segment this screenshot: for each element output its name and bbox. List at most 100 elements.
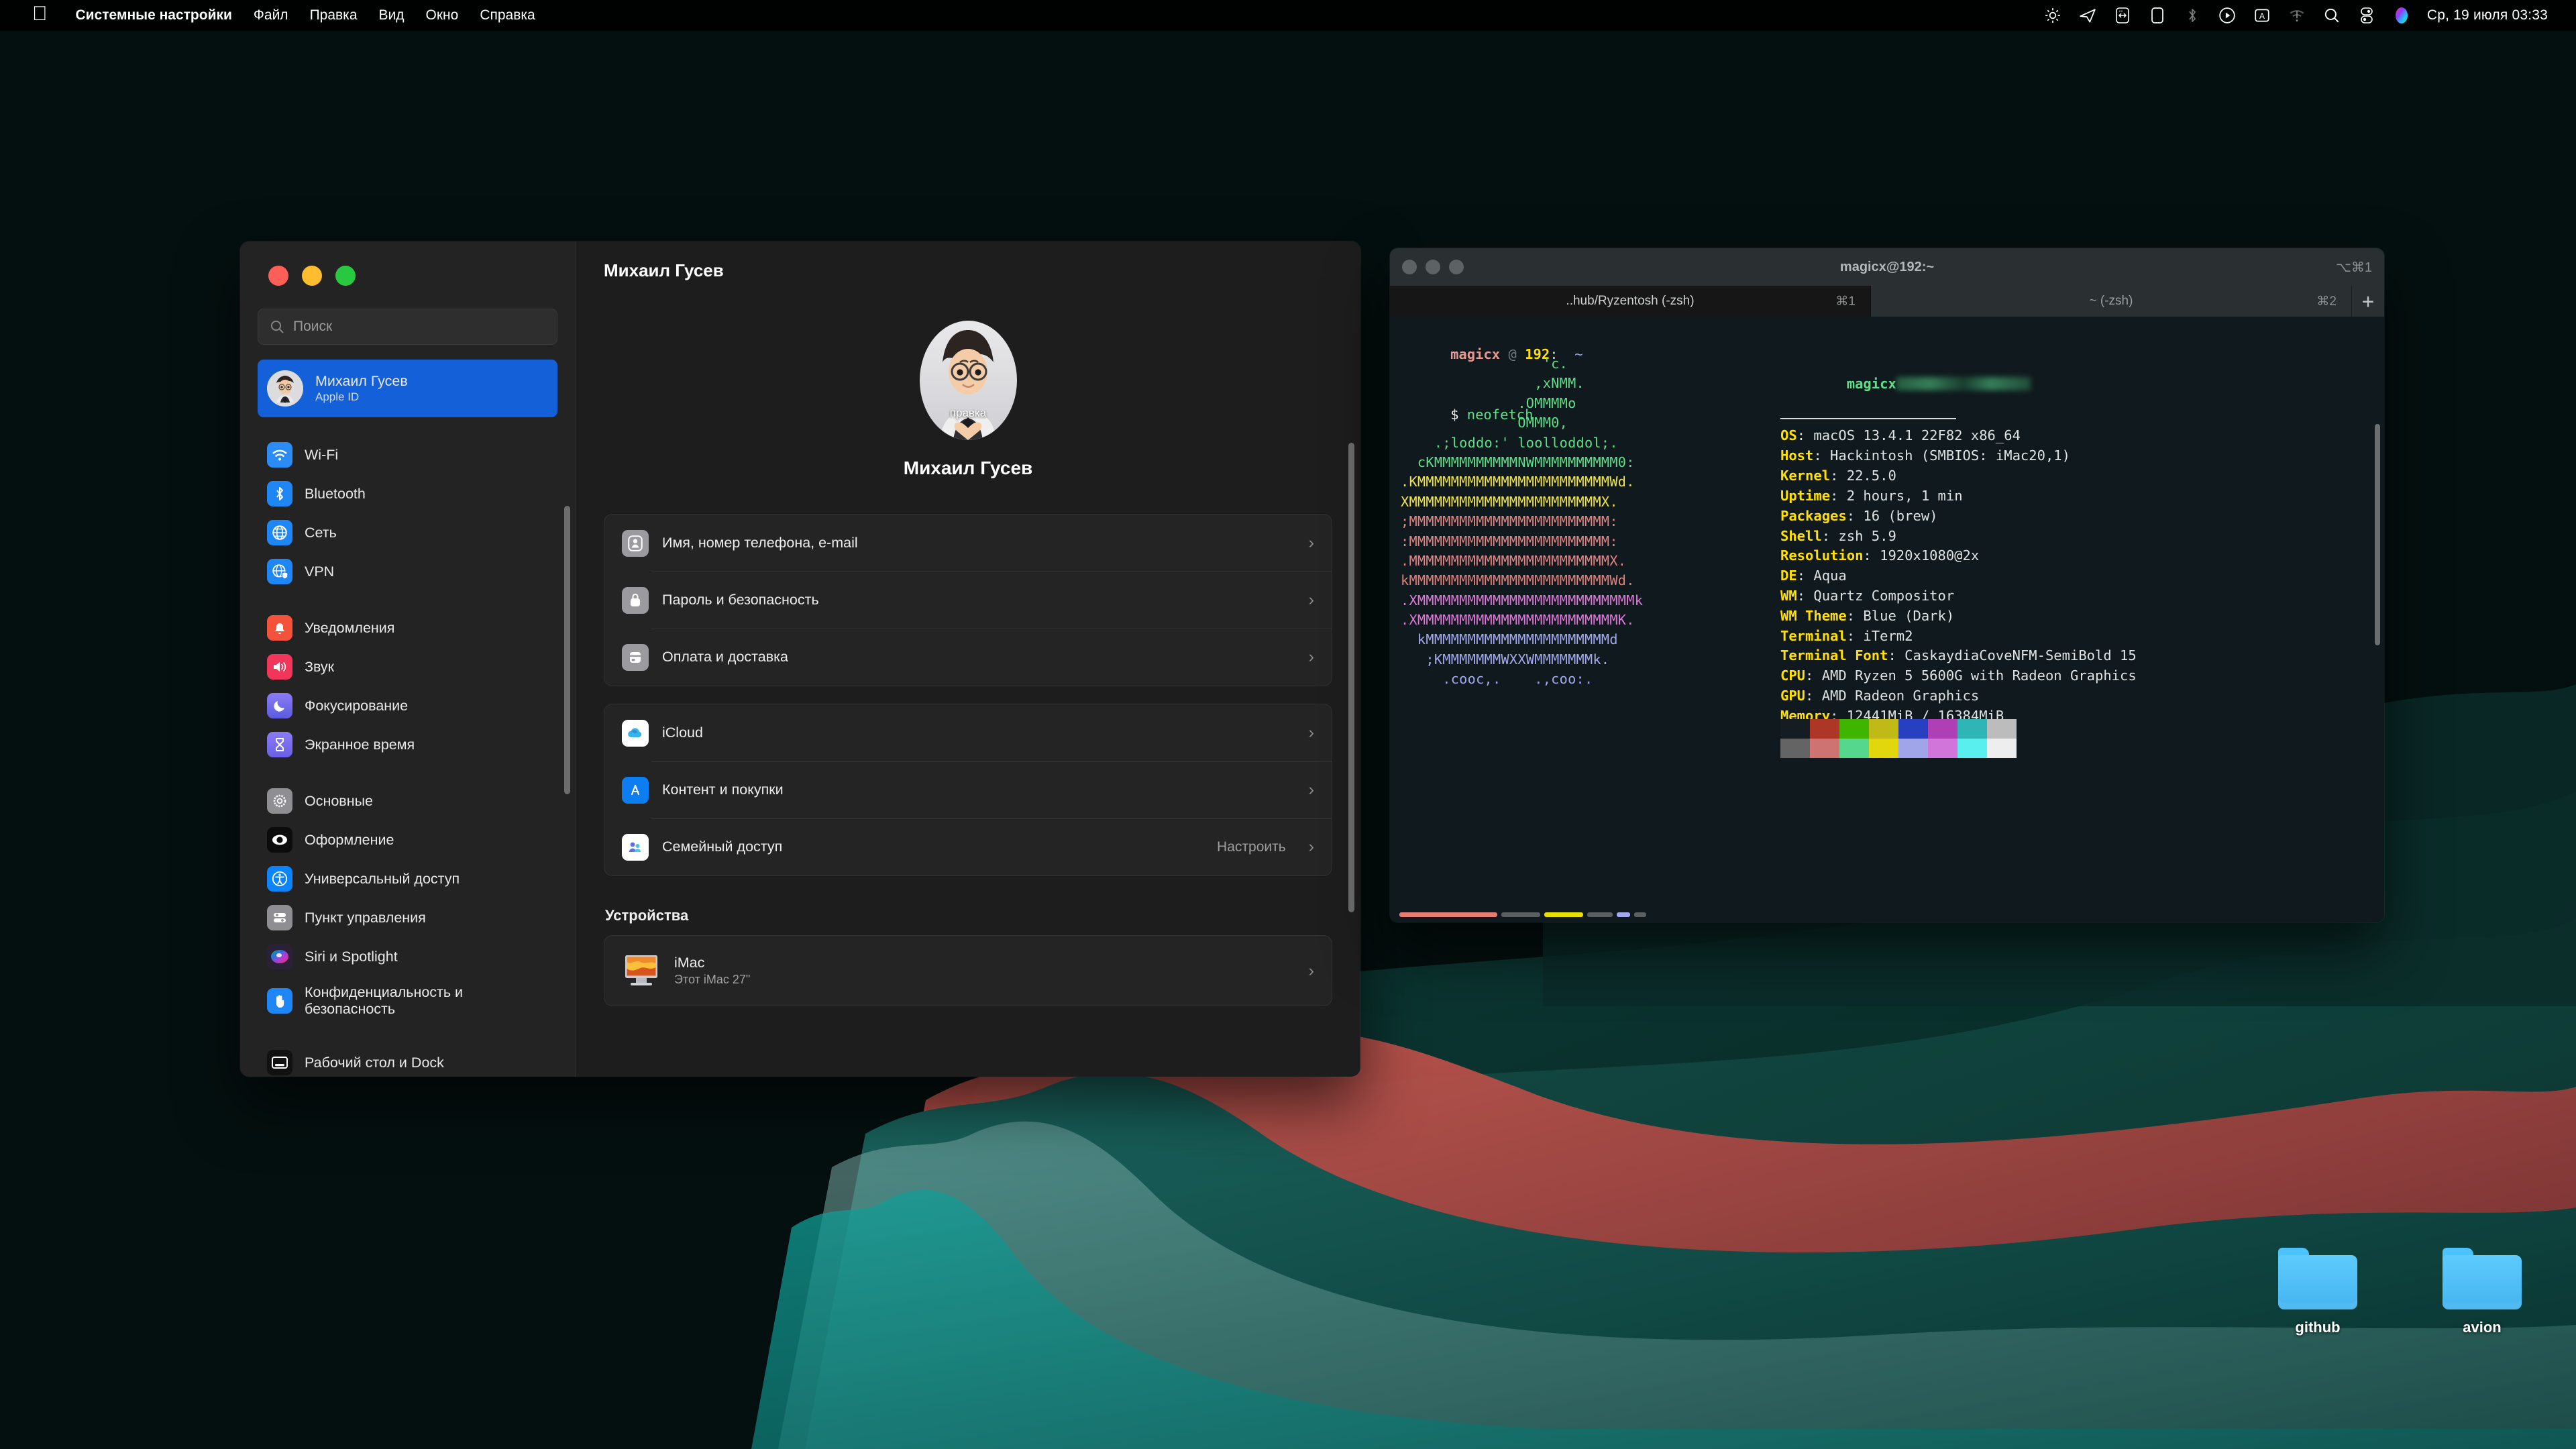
palette-swatch: [1810, 739, 1839, 758]
network-globe-icon: [267, 520, 292, 545]
bluetooth-disabled-icon[interactable]: [2183, 6, 2202, 25]
menu-item-file[interactable]: Файл: [243, 7, 299, 23]
row-password-security[interactable]: Пароль и безопасность ›: [604, 572, 1332, 629]
sidebar-item-general[interactable]: Основные: [258, 782, 557, 820]
sidebar-account-name: Михаил Гусев: [315, 373, 408, 390]
sidebar-item-sound[interactable]: Звук: [258, 648, 557, 686]
search-field[interactable]: [258, 309, 557, 345]
neofetch-field: Resolution: 1920x1080@2x: [1780, 546, 2137, 566]
sidebar-item-accessibility[interactable]: Универсальный доступ: [258, 860, 557, 898]
sidebar-item-siri-spotlight[interactable]: Siri и Spotlight: [258, 938, 557, 975]
sidebar-item-apple-id[interactable]: Михаил Гусев Apple ID: [258, 360, 557, 417]
terminal-body[interactable]: magicx @ 192: ~ $ neofetch 'c. ,xNMM. .O…: [1390, 317, 2384, 922]
terminal-scrollbar[interactable]: [2375, 424, 2380, 645]
system-settings-window[interactable]: Михаил Гусев Apple ID Wi-Fi Bluetooth: [240, 241, 1360, 1077]
ascii-art-line: :MMMMMMMMMMMMMMMMMMMMMMMM:: [1401, 532, 1643, 551]
settings-sidebar-list[interactable]: Михаил Гусев Apple ID Wi-Fi Bluetooth: [240, 345, 575, 1077]
minimize-button[interactable]: [302, 266, 322, 286]
display-icon[interactable]: [2148, 6, 2167, 25]
avatar-edit-label[interactable]: правка: [920, 407, 1017, 420]
avatar[interactable]: правка: [920, 321, 1017, 440]
family-icon: [622, 834, 649, 861]
new-tab-button[interactable]: +: [2352, 286, 2384, 317]
menu-item-view[interactable]: Вид: [368, 7, 415, 23]
apple-icon[interactable]: : [32, 4, 48, 24]
status-segment: [1501, 912, 1540, 917]
avatar: [267, 370, 303, 407]
search-icon[interactable]: [2322, 6, 2341, 25]
siri-icon[interactable]: [2392, 6, 2411, 25]
sidebar-item-bluetooth[interactable]: Bluetooth: [258, 475, 557, 513]
imac-icon: [622, 953, 661, 988]
sidebar-item-desktop-dock[interactable]: Рабочий стол и Dock: [258, 1044, 557, 1077]
palette-swatch: [1780, 739, 1810, 758]
ascii-art-line: ;MMMMMMMMMMMMMMMMMMMMMMMM:: [1401, 512, 1643, 531]
row-icloud[interactable]: iCloud ›: [604, 704, 1332, 761]
icloud-icon: [622, 720, 649, 747]
terminal-titlebar: magicx@192:~ ⌥⌘1: [1390, 248, 2384, 286]
close-button[interactable]: [268, 266, 288, 286]
row-name-phone-email[interactable]: Имя, номер телефона, e-mail ›: [604, 515, 1332, 572]
sidebar-scrollbar[interactable]: [564, 506, 570, 794]
sidebar-item-notifications[interactable]: Уведомления: [258, 609, 557, 647]
services-card: iCloud › Контент и покупки › Семейный до…: [604, 704, 1332, 876]
palette-swatch: [1839, 719, 1869, 739]
neofetch-field: Terminal: iTerm2: [1780, 627, 2137, 647]
neofetch-field-value: : AMD Radeon Graphics: [1805, 688, 1979, 704]
play-circle-icon[interactable]: [2218, 6, 2237, 25]
palette-swatch: [1987, 719, 2017, 739]
menu-item-help[interactable]: Справка: [469, 7, 545, 23]
neofetch-field-key: Terminal Font: [1780, 647, 1888, 663]
search-input[interactable]: [293, 319, 546, 335]
sidebar-item-focus[interactable]: Фокусирование: [258, 687, 557, 724]
neofetch-field-value: : Aqua: [1797, 568, 1847, 584]
row-content-purchases[interactable]: Контент и покупки ›: [604, 761, 1332, 818]
row-family-sharing[interactable]: Семейный доступ Настроить ›: [604, 818, 1332, 875]
sidebar-item-appearance[interactable]: Оформление: [258, 821, 557, 859]
menu-app-title[interactable]: Системные настройки: [65, 7, 243, 23]
chevron-right-icon: ›: [1309, 782, 1314, 798]
telegram-icon[interactable]: [2078, 6, 2097, 25]
menu-clock[interactable]: Ср, 19 июля 03:33: [2427, 7, 2548, 23]
sidebar-divider: [258, 419, 557, 436]
control-center-icon: [267, 905, 292, 930]
terminal-tab-1[interactable]: ..hub/Ryzentosh (-zsh) ⌘1: [1390, 286, 1871, 317]
sidebar-item-label: Пункт управления: [305, 910, 426, 926]
sidebar-item-network[interactable]: Сеть: [258, 514, 557, 551]
neofetch-field-key: OS: [1780, 427, 1797, 443]
sidebar-item-wifi[interactable]: Wi-Fi: [258, 436, 557, 474]
zoom-button[interactable]: [335, 266, 356, 286]
desktop-icon-avion[interactable]: avion: [2418, 1248, 2546, 1336]
neofetch-field-value: : 2 hours, 1 min: [1830, 488, 1962, 504]
terminal-tab-2[interactable]: ~ (-zsh) ⌘2: [1871, 286, 2352, 317]
sidebar-item-vpn[interactable]: VPN: [258, 553, 557, 590]
terminal-shortcut-hint: ⌥⌘1: [2336, 259, 2372, 276]
keyboard-layout-a-icon[interactable]: A: [2253, 6, 2271, 25]
row-device-imac[interactable]: iMac Этот iMac 27" ›: [604, 936, 1332, 1006]
terminal-tab-bar[interactable]: ..hub/Ryzentosh (-zsh) ⌘1 ~ (-zsh) ⌘2 +: [1390, 286, 2384, 317]
search-icon: [269, 319, 285, 335]
tab-label: ~ (-zsh): [2090, 294, 2133, 309]
iterm2-window[interactable]: magicx@192:~ ⌥⌘1 ..hub/Ryzentosh (-zsh) …: [1390, 248, 2384, 922]
brightness-icon[interactable]: [2043, 6, 2062, 25]
menu-item-edit[interactable]: Правка: [299, 7, 368, 23]
sidebar-item-control-center[interactable]: Пункт управления: [258, 899, 557, 936]
desktop-icon-label: avion: [2418, 1319, 2546, 1336]
control-center-icon[interactable]: [2357, 6, 2376, 25]
row-payment-shipping[interactable]: Оплата и доставка ›: [604, 629, 1332, 686]
neofetch-info-block: magicx OS: macOS 13.4.1 22F82 x86_64Host…: [1780, 354, 2137, 727]
desktop-icon-github[interactable]: github: [2254, 1248, 2381, 1336]
neofetch-field-value: : 16 (brew): [1847, 508, 1938, 524]
sidebar-item-privacy-security[interactable]: Конфиденциальность и безопасность: [258, 977, 557, 1025]
menu-item-window[interactable]: Окно: [415, 7, 470, 23]
content-scrollbar[interactable]: [1348, 443, 1354, 912]
row-label: Имя, номер телефона, e-mail: [662, 535, 858, 551]
wifi-alert-icon[interactable]: [2288, 6, 2306, 25]
shortcuts-icon[interactable]: [2113, 6, 2132, 25]
sidebar-item-screentime[interactable]: Экранное время: [258, 726, 557, 763]
palette-swatch: [1869, 739, 1898, 758]
chevron-right-icon: ›: [1309, 535, 1314, 551]
sidebar-item-label: VPN: [305, 564, 334, 580]
neofetch-color-palette: [1780, 719, 2017, 758]
status-segment: [1544, 912, 1583, 917]
